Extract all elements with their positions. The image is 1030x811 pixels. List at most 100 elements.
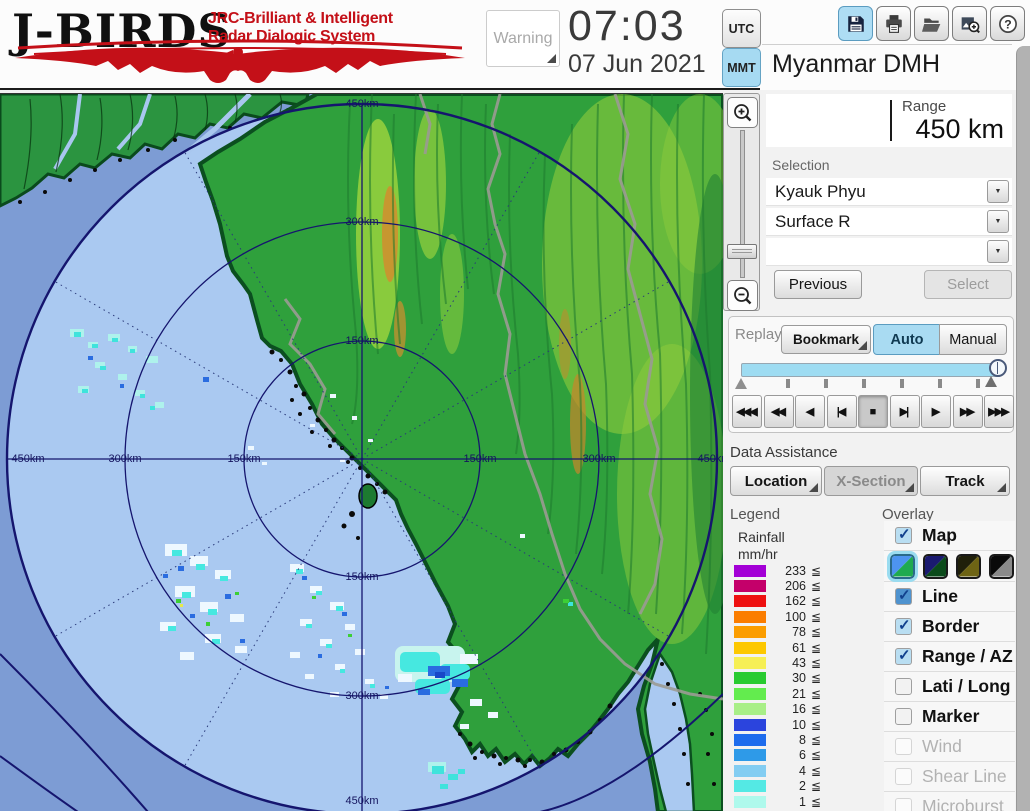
overlay-item-map[interactable]: Map bbox=[884, 521, 1015, 550]
replay-progress-track[interactable] bbox=[741, 363, 1001, 377]
help-button[interactable]: ? bbox=[990, 6, 1025, 41]
checkbox-shear-line bbox=[895, 768, 912, 785]
svg-text:450km: 450km bbox=[345, 795, 378, 807]
chevron-down-icon[interactable] bbox=[987, 180, 1009, 203]
sidebar-separator bbox=[762, 44, 1012, 45]
play-backward-button[interactable]: ◀ bbox=[795, 395, 825, 428]
bookmark-button[interactable]: Bookmark bbox=[781, 325, 871, 354]
replay-label: Replay bbox=[735, 326, 782, 343]
eagle-logo-icon bbox=[10, 38, 470, 88]
legend-unit-1: Rainfall bbox=[738, 529, 785, 545]
overlay-item-line[interactable]: Line bbox=[884, 581, 1015, 611]
auto-mode-button[interactable]: Auto bbox=[873, 324, 941, 355]
print-button[interactable] bbox=[876, 6, 911, 41]
help-icon: ? bbox=[998, 14, 1018, 34]
extra-select[interactable] bbox=[766, 238, 1012, 266]
manual-mode-button[interactable]: Manual bbox=[939, 324, 1007, 355]
open-folder-icon bbox=[922, 14, 942, 34]
warning-button[interactable]: Warning bbox=[486, 10, 560, 67]
legend-row: 2≦ bbox=[734, 778, 844, 793]
range-panel: Range 450 km bbox=[766, 94, 1012, 147]
legend-color-swatch bbox=[734, 749, 766, 761]
product-select[interactable]: Surface R bbox=[766, 208, 1012, 236]
utc-button[interactable]: UTC bbox=[722, 9, 761, 48]
legend-color-swatch bbox=[734, 626, 766, 638]
svg-text:150km: 150km bbox=[345, 335, 378, 347]
time-tick bbox=[786, 379, 790, 388]
map-style-olive[interactable] bbox=[956, 554, 981, 579]
svg-text:300km: 300km bbox=[345, 216, 378, 228]
map-style-dark[interactable] bbox=[923, 554, 948, 579]
site-select[interactable]: Kyauk Phyu bbox=[766, 178, 1012, 206]
legend-row: 6≦ bbox=[734, 748, 844, 763]
svg-text:150km: 150km bbox=[463, 453, 496, 465]
legend-row: 10≦ bbox=[734, 717, 844, 732]
mmt-button[interactable]: MMT bbox=[722, 48, 761, 87]
svg-text:450km: 450km bbox=[11, 453, 44, 465]
svg-text:150km: 150km bbox=[345, 571, 378, 583]
checkbox-map[interactable] bbox=[895, 527, 912, 544]
svg-text:300km: 300km bbox=[582, 453, 615, 465]
range-start-marker[interactable] bbox=[735, 378, 747, 389]
svg-text:300km: 300km bbox=[108, 453, 141, 465]
x-section-button[interactable]: X-Section bbox=[824, 466, 918, 496]
zoom-out-button[interactable] bbox=[727, 280, 758, 311]
checkbox-lati-long[interactable] bbox=[895, 678, 912, 695]
overlay-item-shear-line: Shear Line bbox=[884, 761, 1015, 791]
map-style-gray[interactable] bbox=[989, 554, 1014, 579]
legend-row: 8≦ bbox=[734, 732, 844, 747]
legend-color-swatch bbox=[734, 734, 766, 746]
rewind-3x-button[interactable]: ◀◀◀ bbox=[732, 395, 762, 428]
checkbox-border[interactable] bbox=[895, 618, 912, 635]
previous-button[interactable]: Previous bbox=[774, 270, 862, 299]
capture-button[interactable] bbox=[952, 6, 987, 41]
panel-scrollbar[interactable] bbox=[1016, 46, 1030, 811]
map-style-row bbox=[884, 550, 1015, 581]
chevron-down-icon[interactable] bbox=[987, 210, 1009, 233]
legend-row: 206≦ bbox=[734, 578, 844, 593]
radar-map[interactable]: 450km 300km 150km 150km 300km 450km 450k… bbox=[0, 93, 723, 811]
radar-map-canvas: 450km 300km 150km 150km 300km 450km 450k… bbox=[0, 94, 723, 811]
replay-progress-handle[interactable] bbox=[989, 359, 1007, 377]
overlay-item-lati-long[interactable]: Lati / Long bbox=[884, 671, 1015, 701]
checkbox-line[interactable] bbox=[895, 588, 912, 605]
legend-color-swatch bbox=[734, 672, 766, 684]
data-assistance-label: Data Assistance bbox=[730, 444, 838, 461]
overlay-item-microburst: Microburst bbox=[884, 791, 1015, 811]
location-button[interactable]: Location bbox=[730, 466, 822, 496]
step-forward-button[interactable]: ▶| bbox=[890, 395, 920, 428]
play-forward-button[interactable]: ▶ bbox=[921, 395, 951, 428]
zoom-slider-handle[interactable] bbox=[727, 244, 757, 259]
track-button[interactable]: Track bbox=[920, 466, 1010, 496]
rewind-2x-button[interactable]: ◀◀ bbox=[764, 395, 794, 428]
toolbar: ? bbox=[838, 6, 1025, 41]
step-backward-button[interactable]: |◀ bbox=[827, 395, 857, 428]
forward-2x-button[interactable]: ▶▶ bbox=[953, 395, 983, 428]
range-end-marker[interactable] bbox=[985, 376, 997, 387]
overlay-item-border[interactable]: Border bbox=[884, 611, 1015, 641]
checkbox-range-az[interactable] bbox=[895, 648, 912, 665]
legend-color-swatch bbox=[734, 642, 766, 654]
map-style-terrain[interactable] bbox=[890, 554, 915, 579]
legend-color-swatch bbox=[734, 780, 766, 792]
stop-button[interactable]: ■ bbox=[858, 395, 888, 428]
select-button[interactable]: Select bbox=[924, 270, 1012, 299]
zoom-in-button[interactable] bbox=[727, 97, 758, 128]
save-button[interactable] bbox=[838, 6, 873, 41]
forward-3x-button[interactable]: ▶▶▶ bbox=[984, 395, 1014, 428]
replay-panel: Replay Bookmark Auto Manual ◀◀◀ ◀◀ ◀ |◀ … bbox=[728, 316, 1014, 433]
legend-row: 78≦ bbox=[734, 625, 844, 640]
overlay-item-marker[interactable]: Marker bbox=[884, 701, 1015, 731]
checkbox-wind bbox=[895, 738, 912, 755]
open-folder-button[interactable] bbox=[914, 6, 949, 41]
svg-text:450km: 450km bbox=[697, 453, 723, 465]
chevron-down-icon[interactable] bbox=[987, 240, 1009, 263]
legend-color-swatch bbox=[734, 565, 766, 577]
overlay-item-range-az[interactable]: Range / AZ bbox=[884, 641, 1015, 671]
legend-color-swatch bbox=[734, 657, 766, 669]
time-tick bbox=[862, 379, 866, 388]
checkbox-marker[interactable] bbox=[895, 708, 912, 725]
legend-label: Legend bbox=[730, 506, 780, 523]
zoom-out-icon bbox=[732, 285, 754, 307]
rainfall-legend: 233≦ 206≦ 162≦ 100≦ 78≦ 61≦ 43≦ 30≦ 21≦ … bbox=[734, 563, 844, 809]
